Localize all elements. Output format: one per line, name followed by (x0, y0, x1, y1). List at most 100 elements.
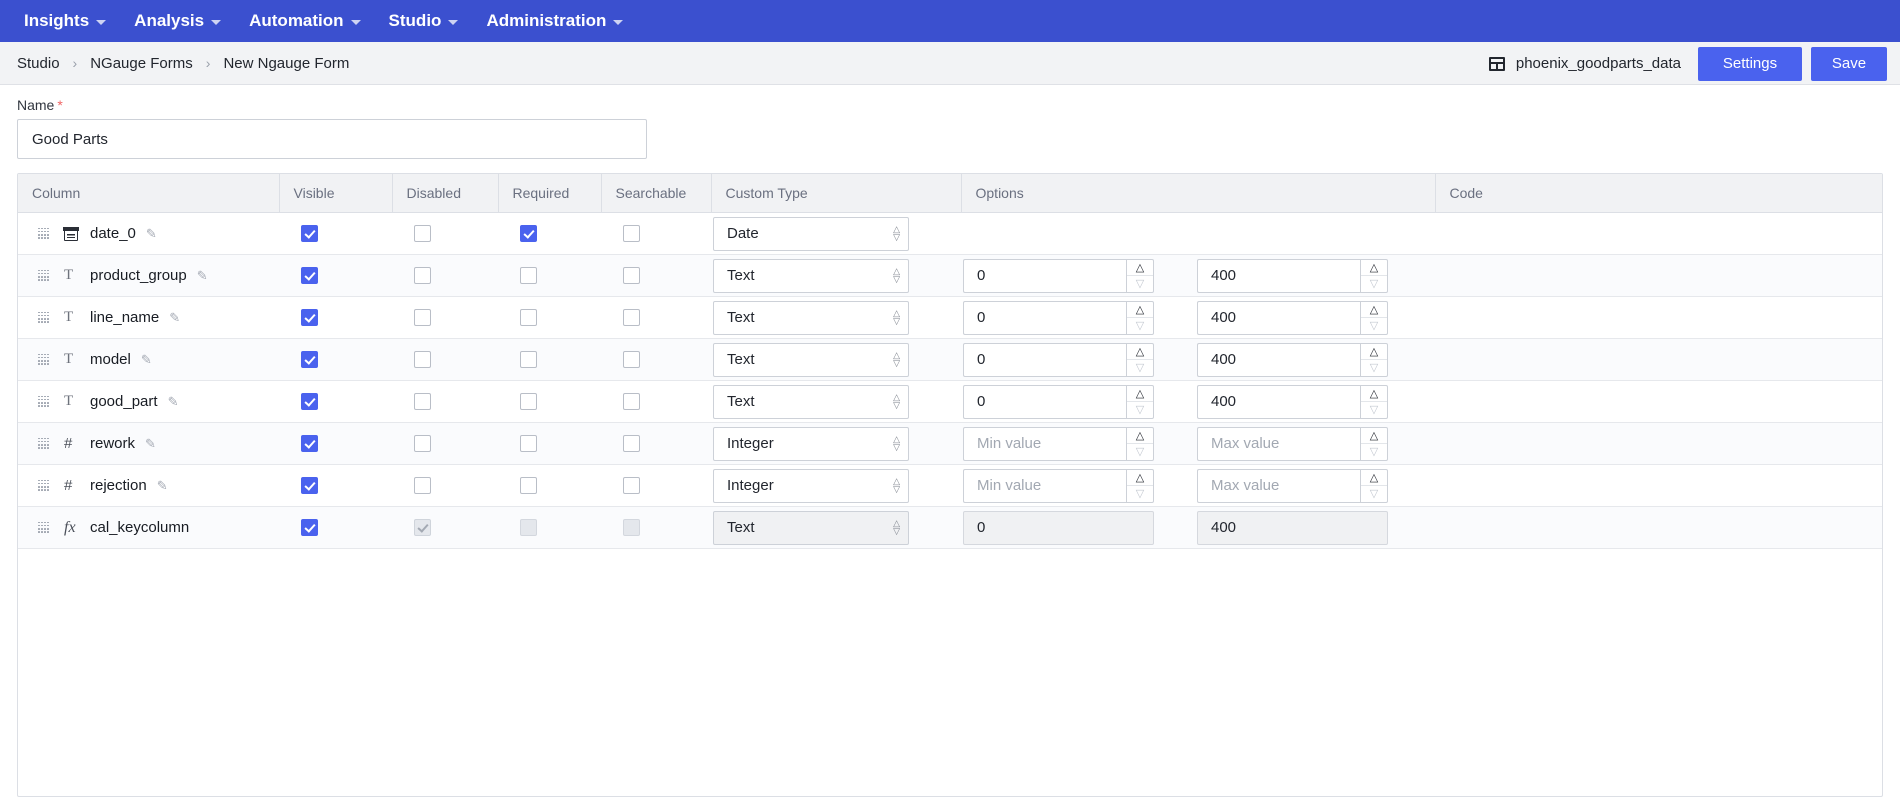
stepper-down-icon[interactable]: ▽ (1127, 443, 1153, 460)
custom-type-select[interactable]: Integer △ ▽ (713, 426, 909, 461)
settings-button[interactable]: Settings (1698, 46, 1802, 81)
nav-item-administration[interactable]: Administration (472, 0, 637, 42)
option-min-input-stepper[interactable]: △ ▽ (1126, 342, 1154, 377)
custom-type-select[interactable]: Integer △ ▽ (713, 468, 909, 503)
option-min-input[interactable]: 0 (963, 258, 1126, 293)
stepper-up-icon[interactable]: △ (1361, 470, 1387, 486)
option-max-input[interactable]: 400 (1197, 258, 1360, 293)
visible-checkbox[interactable] (301, 435, 318, 453)
stepper-up-icon[interactable]: △ (1127, 260, 1153, 276)
searchable-checkbox[interactable] (623, 477, 640, 495)
breadcrumb-item-studio[interactable]: Studio (17, 55, 60, 72)
option-min-input[interactable]: Min value (963, 426, 1126, 461)
stepper-down-icon[interactable]: ▽ (1361, 317, 1387, 334)
stepper-up-icon[interactable]: △ (1127, 386, 1153, 402)
custom-type-select[interactable]: Date △ ▽ (713, 216, 909, 251)
option-max-input-stepper[interactable]: △ ▽ (1360, 300, 1388, 335)
drag-handle[interactable] (38, 521, 49, 534)
stepper-up-icon[interactable]: △ (1361, 428, 1387, 444)
drag-handle[interactable] (38, 437, 49, 450)
drag-handle[interactable] (38, 395, 49, 408)
option-min-input-stepper[interactable]: △ ▽ (1126, 426, 1154, 461)
stepper-down-icon[interactable]: ▽ (1127, 275, 1153, 292)
stepper-down-icon[interactable]: ▽ (1127, 485, 1153, 502)
edit-pencil-icon[interactable]: ✎ (197, 268, 208, 284)
option-max-input[interactable]: Max value (1197, 468, 1360, 503)
required-checkbox[interactable] (520, 267, 537, 285)
option-min-input-stepper[interactable]: △ ▽ (1126, 258, 1154, 293)
stepper-up-icon[interactable]: △ (1361, 344, 1387, 360)
required-checkbox[interactable] (520, 477, 537, 495)
option-max-input[interactable]: 400 (1197, 342, 1360, 377)
option-min-input-stepper[interactable]: △ ▽ (1126, 468, 1154, 503)
visible-checkbox[interactable] (301, 351, 318, 369)
option-min-input[interactable]: 0 (963, 384, 1126, 419)
stepper-down-icon[interactable]: ▽ (1361, 485, 1387, 502)
stepper-down-icon[interactable]: ▽ (1127, 359, 1153, 376)
edit-pencil-icon[interactable]: ✎ (169, 310, 180, 326)
searchable-checkbox[interactable] (623, 351, 640, 369)
required-checkbox[interactable] (520, 309, 537, 327)
visible-checkbox[interactable] (301, 267, 318, 285)
searchable-checkbox[interactable] (623, 393, 640, 411)
drag-handle[interactable] (38, 311, 49, 324)
nav-item-automation[interactable]: Automation (235, 0, 374, 42)
visible-checkbox[interactable] (301, 225, 318, 243)
disabled-checkbox[interactable] (414, 267, 431, 285)
searchable-checkbox[interactable] (623, 435, 640, 453)
searchable-checkbox[interactable] (623, 225, 640, 243)
option-max-input[interactable]: 400 (1197, 300, 1360, 335)
searchable-checkbox[interactable] (623, 267, 640, 285)
required-checkbox[interactable] (520, 393, 537, 411)
option-max-input-stepper[interactable]: △ ▽ (1360, 384, 1388, 419)
stepper-down-icon[interactable]: ▽ (1127, 317, 1153, 334)
required-checkbox[interactable] (520, 225, 537, 243)
disabled-checkbox[interactable] (414, 477, 431, 495)
option-min-input[interactable]: 0 (963, 342, 1126, 377)
stepper-down-icon[interactable]: ▽ (1361, 401, 1387, 418)
disabled-checkbox[interactable] (414, 351, 431, 369)
custom-type-select[interactable]: Text △ ▽ (713, 384, 909, 419)
drag-handle[interactable] (38, 269, 49, 282)
nav-item-analysis[interactable]: Analysis (120, 0, 235, 42)
option-max-input-stepper[interactable]: △ ▽ (1360, 258, 1388, 293)
custom-type-select[interactable]: Text △ ▽ (713, 342, 909, 377)
option-min-input-stepper[interactable]: △ ▽ (1126, 384, 1154, 419)
drag-handle[interactable] (38, 353, 49, 366)
visible-checkbox[interactable] (301, 519, 318, 537)
stepper-up-icon[interactable]: △ (1127, 344, 1153, 360)
visible-checkbox[interactable] (301, 393, 318, 411)
option-max-input[interactable]: Max value (1197, 426, 1360, 461)
option-min-input-stepper[interactable]: △ ▽ (1126, 300, 1154, 335)
edit-pencil-icon[interactable]: ✎ (141, 352, 152, 368)
option-max-input-stepper[interactable]: △ ▽ (1360, 426, 1388, 461)
stepper-down-icon[interactable]: ▽ (1127, 401, 1153, 418)
custom-type-select[interactable]: Text △ ▽ (713, 258, 909, 293)
visible-checkbox[interactable] (301, 309, 318, 327)
stepper-up-icon[interactable]: △ (1361, 260, 1387, 276)
save-button[interactable]: Save (1811, 46, 1887, 81)
searchable-checkbox[interactable] (623, 309, 640, 327)
disabled-checkbox[interactable] (414, 309, 431, 327)
edit-pencil-icon[interactable]: ✎ (145, 436, 156, 452)
stepper-up-icon[interactable]: △ (1127, 302, 1153, 318)
breadcrumb-item-ngauge-forms[interactable]: NGauge Forms (90, 55, 193, 72)
stepper-up-icon[interactable]: △ (1361, 302, 1387, 318)
name-input[interactable] (17, 119, 647, 159)
disabled-checkbox[interactable] (414, 225, 431, 243)
nav-item-insights[interactable]: Insights (10, 0, 120, 42)
option-min-input[interactable]: 0 (963, 300, 1126, 335)
disabled-checkbox[interactable] (414, 393, 431, 411)
nav-item-studio[interactable]: Studio (375, 0, 473, 42)
dataset-indicator[interactable]: phoenix_goodparts_data (1488, 55, 1681, 72)
option-min-input[interactable]: Min value (963, 468, 1126, 503)
custom-type-select[interactable]: Text △ ▽ (713, 300, 909, 335)
option-max-input-stepper[interactable]: △ ▽ (1360, 468, 1388, 503)
stepper-down-icon[interactable]: ▽ (1361, 443, 1387, 460)
stepper-down-icon[interactable]: ▽ (1361, 275, 1387, 292)
drag-handle[interactable] (38, 479, 49, 492)
option-max-input[interactable]: 400 (1197, 384, 1360, 419)
option-max-input-stepper[interactable]: △ ▽ (1360, 342, 1388, 377)
visible-checkbox[interactable] (301, 477, 318, 495)
disabled-checkbox[interactable] (414, 435, 431, 453)
